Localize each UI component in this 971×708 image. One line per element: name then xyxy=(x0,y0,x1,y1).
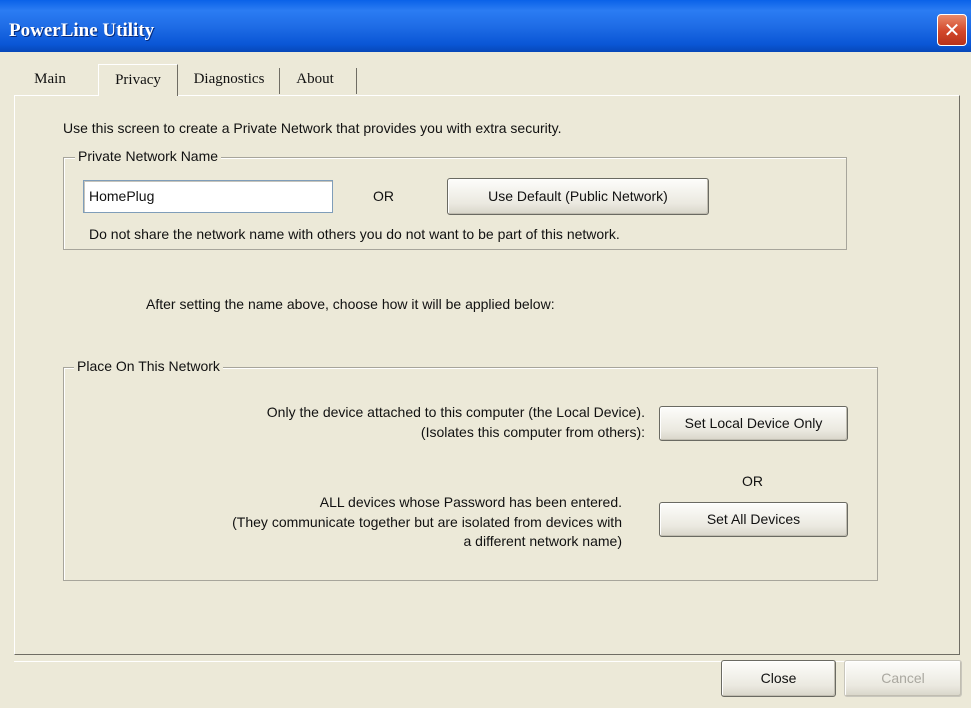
all-devices-note-line2: a different network name) xyxy=(463,533,623,549)
local-device-note: (Isolates this computer from others): xyxy=(420,424,645,440)
tab-divider xyxy=(356,68,357,94)
all-devices-note-line1: (They communicate together but are isola… xyxy=(232,514,622,530)
or-label: OR xyxy=(373,188,394,204)
tab-diagnostics[interactable]: Diagnostics xyxy=(180,64,278,96)
share-warning-text: Do not share the network name with other… xyxy=(89,226,620,242)
tab-divider xyxy=(279,68,280,94)
title-bar[interactable]: PowerLine Utility ✕ xyxy=(0,0,971,52)
private-network-name-label: Private Network Name xyxy=(75,148,222,164)
close-icon[interactable]: ✕ xyxy=(937,14,967,46)
set-all-devices-button[interactable]: Set All Devices xyxy=(659,502,848,537)
close-button[interactable]: Close xyxy=(721,660,836,697)
all-devices-description: ALL devices whose Password has been ente… xyxy=(319,494,622,510)
cancel-button: Cancel xyxy=(844,660,962,697)
local-device-description: Only the device attached to this compute… xyxy=(266,404,645,420)
apply-note-text: After setting the name above, choose how… xyxy=(146,296,555,312)
place-on-network-label: Place On This Network xyxy=(74,358,223,374)
intro-text: Use this screen to create a Private Netw… xyxy=(63,120,562,136)
network-name-input[interactable]: HomePlug xyxy=(83,180,333,213)
use-default-button[interactable]: Use Default (Public Network) xyxy=(447,178,709,215)
tab-privacy[interactable]: Privacy xyxy=(98,64,178,96)
or-label: OR xyxy=(742,473,763,489)
tab-about[interactable]: About xyxy=(282,64,348,96)
set-local-device-only-button[interactable]: Set Local Device Only xyxy=(659,406,848,441)
window-title: PowerLine Utility xyxy=(9,20,155,41)
tab-main[interactable]: Main xyxy=(22,64,78,96)
